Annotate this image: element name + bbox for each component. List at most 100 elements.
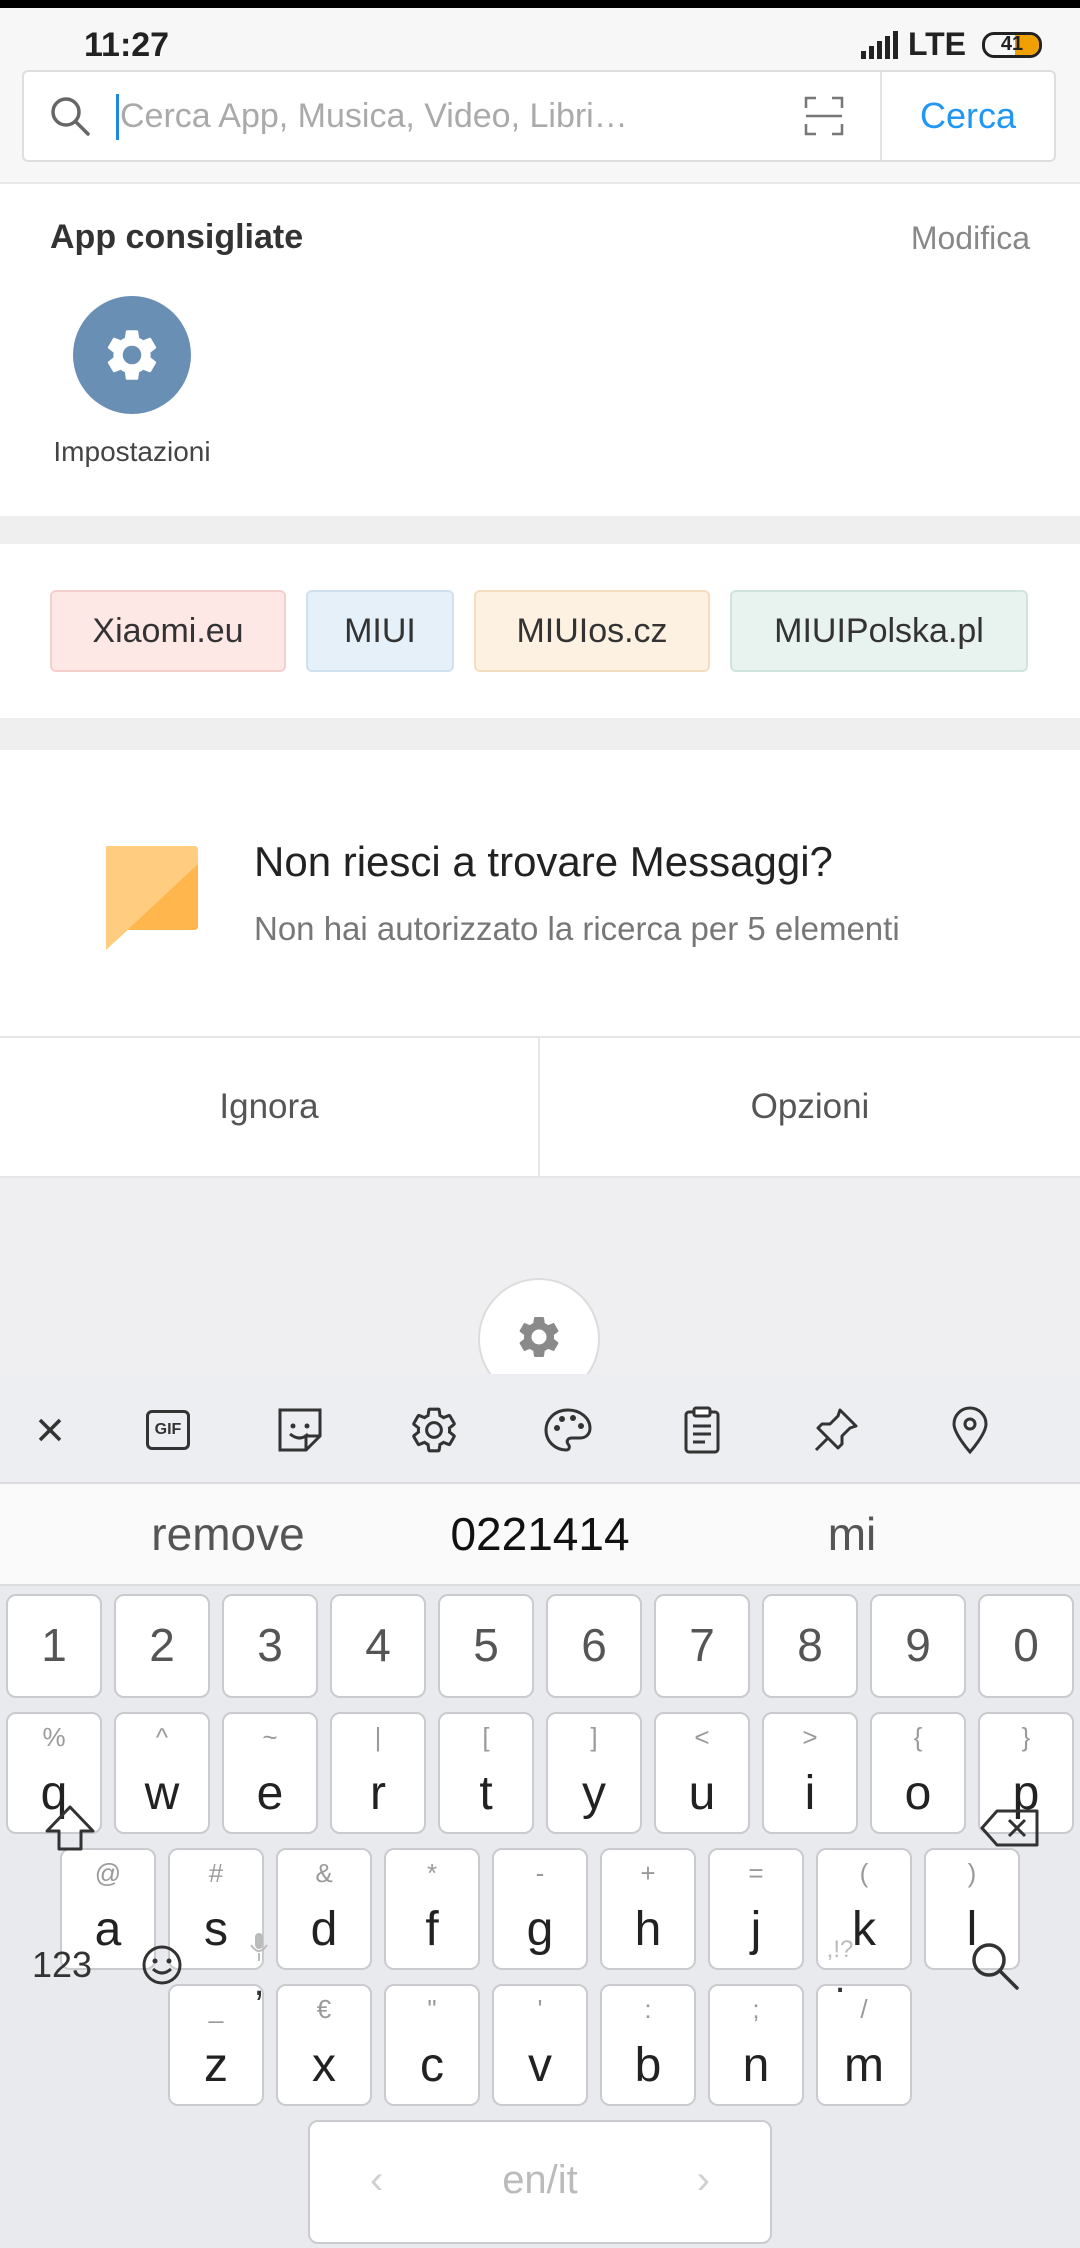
message-icon bbox=[106, 846, 198, 950]
key-alt-label: [ bbox=[482, 1722, 490, 1752]
key-label: 5 bbox=[473, 1619, 499, 1671]
key-alt-label: | bbox=[374, 1722, 382, 1752]
key-label: g bbox=[526, 1903, 554, 1956]
key-alt-label: < bbox=[694, 1722, 710, 1752]
key-o[interactable]: {o bbox=[870, 1712, 966, 1834]
space-key[interactable]: ‹ en/it › bbox=[308, 2120, 772, 2244]
key-y[interactable]: ] y bbox=[546, 1712, 642, 1834]
chevron-right-icon: › bbox=[696, 2158, 710, 2202]
backspace-icon bbox=[980, 1809, 1039, 1847]
chip-xiaomi-eu[interactable]: Xiaomi.eu bbox=[50, 590, 286, 672]
key-2[interactable]: 2 bbox=[114, 1594, 210, 1698]
key-alt-label: + bbox=[640, 1858, 656, 1888]
key-1[interactable]: 1 bbox=[6, 1594, 102, 1698]
key-label: 1 bbox=[41, 1619, 67, 1671]
key-g[interactable]: -g bbox=[492, 1848, 588, 1970]
keyboard-toolbar: GIF bbox=[0, 1374, 1080, 1482]
key-label: w bbox=[144, 1767, 180, 1820]
search-button[interactable]: Cerca bbox=[882, 72, 1054, 160]
key-label: 7 bbox=[689, 1619, 715, 1671]
key-b[interactable]: :b bbox=[600, 1984, 696, 2106]
theme-palette-icon[interactable] bbox=[542, 1404, 594, 1456]
key-h[interactable]: + h bbox=[600, 1848, 696, 1970]
comma-key[interactable]: , bbox=[224, 1910, 294, 2020]
key-label: b bbox=[634, 2039, 662, 2092]
location-icon[interactable] bbox=[944, 1404, 996, 1456]
key-label: c bbox=[420, 2039, 444, 2092]
suggestion-item[interactable]: mi bbox=[684, 1484, 1020, 1584]
numbers-key[interactable]: 123 bbox=[12, 1910, 112, 2020]
scan-icon[interactable] bbox=[804, 96, 844, 136]
key-alt-label: ; bbox=[752, 1994, 760, 2024]
search-input[interactable] bbox=[120, 86, 660, 146]
divider bbox=[0, 182, 1080, 184]
suggestion-bar: remove 0221414 mi bbox=[0, 1482, 1080, 1586]
key-t[interactable]: [t bbox=[438, 1712, 534, 1834]
signal-icon bbox=[860, 30, 898, 59]
gif-icon[interactable]: GIF bbox=[142, 1404, 194, 1456]
key-8[interactable]: 8 bbox=[762, 1594, 858, 1698]
app-tile-settings[interactable]: Impostazioni bbox=[30, 296, 234, 468]
key-e[interactable]: ~ e bbox=[222, 1712, 318, 1834]
period-label: . bbox=[834, 1957, 846, 2001]
sticker-icon[interactable] bbox=[274, 1404, 326, 1456]
pin-icon[interactable] bbox=[810, 1404, 862, 1456]
key-alt-label: ] bbox=[590, 1722, 598, 1752]
key-label: 8 bbox=[797, 1619, 823, 1671]
clipboard-icon[interactable] bbox=[676, 1404, 728, 1456]
key-w[interactable]: ^ w bbox=[114, 1712, 210, 1834]
settings-icon[interactable] bbox=[408, 1404, 460, 1456]
key-alt-label: > bbox=[802, 1722, 818, 1752]
key-f[interactable]: * f bbox=[384, 1848, 480, 1970]
key-9[interactable]: 9 bbox=[870, 1594, 966, 1698]
gif-label: GIF bbox=[146, 1410, 190, 1450]
key-i[interactable]: > i bbox=[762, 1712, 858, 1834]
key-4[interactable]: 4 bbox=[330, 1594, 426, 1698]
key-label: i bbox=[804, 1767, 816, 1820]
key-alt-label: * bbox=[426, 1858, 438, 1888]
chip-miui[interactable]: MIUI bbox=[306, 590, 454, 672]
gear-icon bbox=[519, 1317, 559, 1357]
key-label: u bbox=[688, 1767, 716, 1820]
key-label: t bbox=[479, 1767, 493, 1820]
shift-key[interactable] bbox=[20, 1776, 120, 1880]
key-c[interactable]: " c bbox=[384, 1984, 480, 2106]
period-key[interactable]: ,!? . bbox=[790, 1910, 890, 2020]
chip-miuios-cz[interactable]: MIUIos.cz bbox=[474, 590, 710, 672]
network-type: LTE bbox=[907, 26, 966, 62]
ignore-button[interactable]: Ignora bbox=[0, 1038, 538, 1176]
key-7[interactable]: 7 bbox=[654, 1594, 750, 1698]
options-button[interactable]: Opzioni bbox=[540, 1038, 1080, 1176]
key-alt-label: { bbox=[913, 1722, 923, 1752]
close-icon[interactable] bbox=[24, 1404, 76, 1456]
key-0[interactable]: 0 bbox=[978, 1594, 1074, 1698]
search-key[interactable] bbox=[944, 1910, 1044, 2020]
suggestion-item[interactable]: remove bbox=[60, 1484, 396, 1584]
search-bar: Cerca bbox=[0, 66, 1080, 184]
notice-subtitle: Non hai autorizzato la ricerca per 5 ele… bbox=[254, 910, 900, 947]
notice-title: Non riesci a trovare Messaggi? bbox=[254, 838, 833, 885]
key-label: e bbox=[256, 1767, 284, 1820]
key-3[interactable]: 3 bbox=[222, 1594, 318, 1698]
section-separator bbox=[0, 718, 1080, 750]
key-r[interactable]: | r bbox=[330, 1712, 426, 1834]
section-separator bbox=[0, 516, 1080, 544]
key-label: f bbox=[425, 1903, 439, 1956]
key-label: h bbox=[634, 1903, 662, 1956]
key-5[interactable]: 5 bbox=[438, 1594, 534, 1698]
key-label: 3 bbox=[257, 1619, 283, 1671]
key-label: 0 bbox=[1013, 1619, 1039, 1671]
key-alt-label: ( bbox=[859, 1858, 869, 1888]
key-v[interactable]: ' v bbox=[492, 1984, 588, 2106]
chip-miuipolska-pl[interactable]: MIUIPolska.pl bbox=[730, 590, 1028, 672]
key-label: r bbox=[370, 1767, 386, 1820]
app-label: Impostazioni bbox=[53, 436, 211, 467]
suggestion-item[interactable]: 0221414 bbox=[372, 1484, 708, 1584]
backspace-key[interactable] bbox=[960, 1776, 1060, 1880]
key-u[interactable]: < u bbox=[654, 1712, 750, 1834]
battery-level: 41 bbox=[1000, 32, 1024, 55]
key-6[interactable]: 6 bbox=[546, 1594, 642, 1698]
edit-link[interactable]: Modifica bbox=[911, 220, 1030, 257]
status-bar: 11:27 LTE 41 bbox=[0, 8, 1080, 66]
emoji-key[interactable] bbox=[112, 1910, 212, 2020]
